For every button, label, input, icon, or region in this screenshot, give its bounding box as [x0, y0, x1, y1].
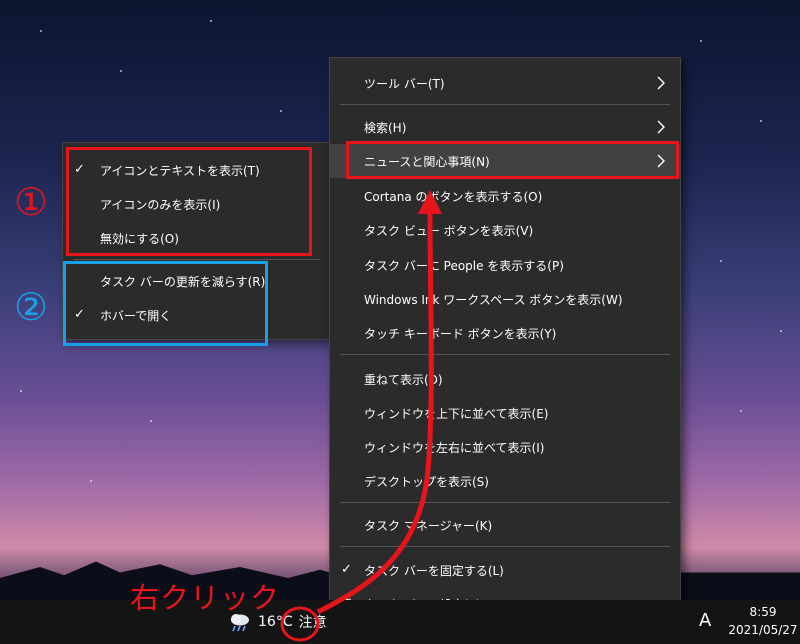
click-target-circle — [280, 606, 320, 642]
annotation-overlay — [280, 190, 442, 642]
arrowhead — [418, 190, 442, 214]
red-arrow — [316, 209, 434, 615]
